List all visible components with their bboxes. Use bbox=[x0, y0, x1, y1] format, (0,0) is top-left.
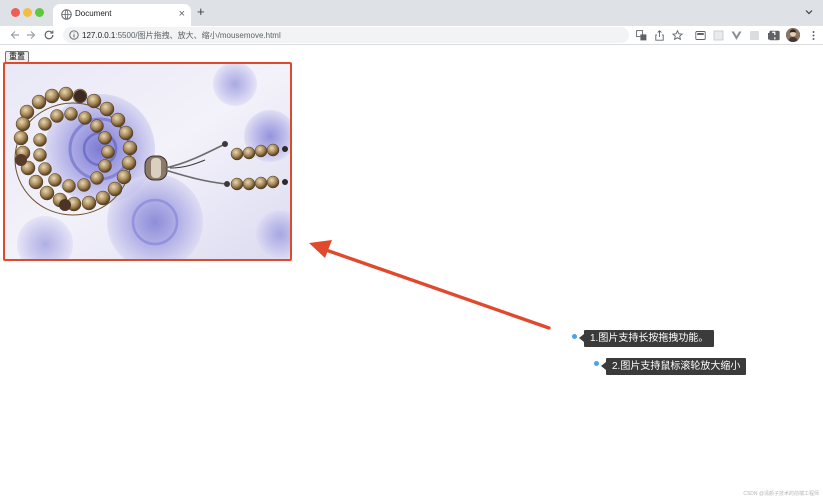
watermark: CSDN @清颜子技术的前端工程师 bbox=[743, 491, 819, 497]
side-panel-icon[interactable] bbox=[769, 30, 780, 41]
arrow-left-icon[interactable] bbox=[9, 29, 21, 41]
page-viewport: 重置 1.图片支持长按拖拽功能。 2.图片支持鼠标滚轮放大缩小 CSDN @清颜… bbox=[0, 46, 823, 500]
note-drag-feature: 1.图片支持长按拖拽功能。 bbox=[578, 330, 715, 347]
chevron-down-icon[interactable] bbox=[804, 7, 814, 17]
new-tab-button[interactable]: + bbox=[197, 5, 205, 19]
url-host: 127.0.0.1 bbox=[82, 31, 116, 40]
avatar[interactable] bbox=[786, 28, 800, 42]
profile-photo-icon bbox=[786, 28, 800, 42]
note-marker-2 bbox=[594, 361, 599, 366]
arrow-right-icon[interactable] bbox=[25, 29, 37, 41]
draggable-zoomable-image[interactable] bbox=[3, 62, 292, 261]
translate-icon[interactable] bbox=[636, 30, 647, 41]
extension-square-icon[interactable] bbox=[713, 30, 724, 41]
window-minimize-button[interactable] bbox=[23, 8, 32, 17]
url-text: 127.0.0.1:5500/图片拖拽、放大、缩小/mousemove.html bbox=[82, 30, 281, 41]
url-path: :5500/图片拖拽、放大、缩小/mousemove.html bbox=[115, 31, 281, 40]
more-menu-icon[interactable] bbox=[808, 30, 819, 41]
reload-icon[interactable] bbox=[43, 29, 55, 41]
extension-card-icon[interactable] bbox=[695, 30, 706, 41]
close-tab-icon[interactable]: × bbox=[179, 7, 185, 21]
tab-title: Document bbox=[75, 9, 112, 18]
browser-titlebar: Document × + bbox=[0, 0, 823, 26]
share-icon[interactable] bbox=[654, 30, 665, 41]
browser-toolbar: 127.0.0.1:5500/图片拖拽、放大、缩小/mousemove.html bbox=[0, 26, 823, 45]
note-marker-1 bbox=[572, 334, 577, 339]
address-bar[interactable]: 127.0.0.1:5500/图片拖拽、放大、缩小/mousemove.html bbox=[63, 27, 629, 43]
window-close-button[interactable] bbox=[11, 8, 20, 17]
star-icon[interactable] bbox=[672, 30, 683, 41]
info-circle-icon[interactable] bbox=[69, 30, 79, 40]
globe-icon bbox=[61, 9, 72, 20]
prayer-beads-photo bbox=[5, 64, 290, 259]
vue-devtools-icon[interactable] bbox=[731, 30, 742, 41]
note-zoom-feature: 2.图片支持鼠标滚轮放大缩小 bbox=[600, 358, 747, 375]
window-zoom-button[interactable] bbox=[35, 8, 44, 17]
extension-grey-icon[interactable] bbox=[749, 30, 760, 41]
tab-document[interactable]: Document × bbox=[53, 4, 191, 26]
